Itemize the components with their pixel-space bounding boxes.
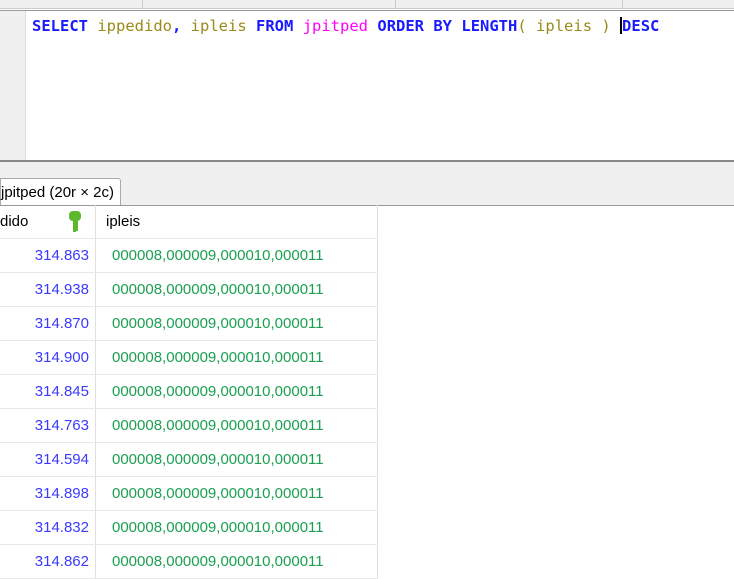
sql-query-text[interactable]: SELECT ippedido, ipleis FROM jpitped ORD… [32, 17, 659, 35]
table-row[interactable]: 314.898 000008,000009,000010,000011 [0, 477, 378, 511]
cell-ipleis[interactable]: 000008,000009,000010,000011 [96, 273, 378, 306]
cell-ippedido[interactable]: 314.900 [0, 341, 96, 374]
sql-token: ipleis [536, 17, 593, 35]
sql-token: FROM [256, 17, 294, 35]
cell-ipleis[interactable]: 000008,000009,000010,000011 [96, 545, 378, 578]
sql-token: DESC [622, 17, 660, 35]
sql-token: jpitped [302, 17, 369, 35]
table-row[interactable]: 314.845 000008,000009,000010,000011 [0, 375, 378, 409]
sql-token: LENGTH [461, 17, 518, 35]
table-row[interactable]: 314.938 000008,000009,000010,000011 [0, 273, 378, 307]
cell-ipleis[interactable]: 000008,000009,000010,000011 [96, 307, 378, 340]
table-row[interactable]: 314.594 000008,000009,000010,000011 [0, 443, 378, 477]
result-grid[interactable]: dido ipleis 314.863 000008,000009,000010,… [0, 205, 378, 579]
cell-ippedido[interactable]: 314.938 [0, 273, 96, 306]
sql-token: ipleis [190, 17, 247, 35]
cell-ippedido[interactable]: 314.763 [0, 409, 96, 442]
sql-token: ippedido [97, 17, 172, 35]
cell-ipleis[interactable]: 000008,000009,000010,000011 [96, 239, 378, 272]
results-panel-header: jpitped (20r × 2c) [0, 160, 734, 206]
sql-token: ORDER BY [377, 17, 453, 35]
table-row[interactable]: 314.863 000008,000009,000010,000011 [0, 239, 378, 273]
cell-ippedido[interactable]: 314.898 [0, 477, 96, 510]
table-row[interactable]: 314.900 000008,000009,000010,000011 [0, 341, 378, 375]
sql-token: SELECT [32, 17, 88, 35]
column-label: dido [0, 213, 29, 230]
sql-token: ) [592, 17, 621, 35]
table-row[interactable]: 314.862 000008,000009,000010,000011 [0, 545, 378, 579]
primary-key-icon [69, 211, 81, 232]
cell-ipleis[interactable]: 000008,000009,000010,000011 [96, 341, 378, 374]
cell-ipleis[interactable]: 000008,000009,000010,000011 [96, 511, 378, 544]
column-header-ippedido[interactable]: dido [0, 205, 96, 238]
table-row[interactable]: 314.763 000008,000009,000010,000011 [0, 409, 378, 443]
cell-ippedido[interactable]: 314.862 [0, 545, 96, 578]
grid-header: dido ipleis [0, 205, 378, 239]
cell-ipleis[interactable]: 000008,000009,000010,000011 [96, 443, 378, 476]
table-row[interactable]: 314.870 000008,000009,000010,000011 [0, 307, 378, 341]
column-header-ipleis[interactable]: ipleis [96, 205, 378, 238]
cell-ipleis[interactable]: 000008,000009,000010,000011 [96, 477, 378, 510]
sql-token: ( [517, 17, 537, 35]
cell-ippedido[interactable]: 314.594 [0, 443, 96, 476]
cell-ipleis[interactable]: 000008,000009,000010,000011 [96, 409, 378, 442]
sql-token: , [172, 17, 191, 35]
editor-tabs-strip[interactable] [0, 0, 734, 9]
sql-editor[interactable]: SELECT ippedido, ipleis FROM jpitped ORD… [0, 10, 734, 161]
cell-ipleis[interactable]: 000008,000009,000010,000011 [96, 375, 378, 408]
cell-ippedido[interactable]: 314.870 [0, 307, 96, 340]
tab-result-jpitped[interactable]: jpitped (20r × 2c) [0, 178, 121, 206]
table-row[interactable]: 314.832 000008,000009,000010,000011 [0, 511, 378, 545]
cell-ippedido[interactable]: 314.845 [0, 375, 96, 408]
cell-ippedido[interactable]: 314.863 [0, 239, 96, 272]
cell-ippedido[interactable]: 314.832 [0, 511, 96, 544]
line-gutter [0, 11, 26, 161]
